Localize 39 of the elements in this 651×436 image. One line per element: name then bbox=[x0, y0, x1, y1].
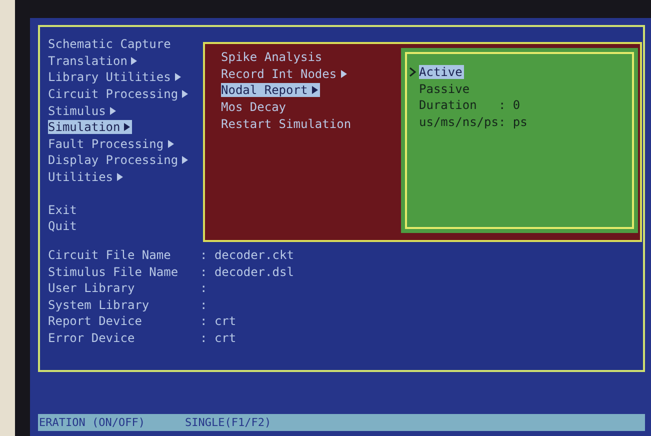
setting-label: Circuit File Name bbox=[48, 248, 172, 264]
submenu-arrow-icon bbox=[131, 56, 138, 65]
option-item[interactable]: us/ms/ns/ps: ps bbox=[419, 115, 530, 130]
menu-item[interactable]: Fault Processing bbox=[48, 136, 176, 151]
menu-item[interactable]: Record Int Nodes bbox=[221, 66, 349, 81]
menu-item[interactable]: Display Processing bbox=[48, 153, 190, 168]
menu-item[interactable]: Library Utilities bbox=[48, 70, 183, 84]
menu-item[interactable]: Exit bbox=[48, 202, 79, 217]
menu-item[interactable]: Nodal Report bbox=[221, 83, 320, 98]
status-text: SINGLE(F1/F2) bbox=[184, 416, 272, 429]
menu-item[interactable]: Spike Analysis bbox=[221, 50, 324, 64]
menu-item[interactable]: Translation bbox=[48, 54, 140, 68]
menu-item[interactable]: Quit bbox=[48, 219, 79, 234]
setting-value: : bbox=[200, 298, 208, 314]
menu-item[interactable]: Schematic Capture bbox=[48, 37, 173, 52]
option-item[interactable]: Active bbox=[419, 65, 464, 80]
setting-label: User Library bbox=[48, 281, 136, 298]
menu-item[interactable]: Mos Decay bbox=[221, 100, 288, 114]
option-item[interactable]: Passive bbox=[419, 82, 472, 96]
setting-value: : crt bbox=[200, 314, 236, 330]
menu-item[interactable]: Restart Simulation bbox=[221, 116, 354, 131]
cursor-icon bbox=[409, 67, 417, 78]
setting-label: System Library bbox=[48, 298, 150, 314]
setting-label: Report Device bbox=[48, 314, 143, 330]
submenu-arrow-icon bbox=[340, 70, 347, 78]
menu-item[interactable]: Simulation bbox=[48, 120, 132, 134]
setting-label: Stimulus File Name bbox=[48, 264, 180, 281]
submenu-arrow-icon bbox=[117, 173, 124, 182]
setting-value: : decoder.ckt bbox=[200, 248, 294, 264]
setting-value: : crt bbox=[200, 330, 236, 347]
menu-item[interactable]: Circuit Processing bbox=[48, 87, 190, 102]
status-text: ERATION (ON/OFF) bbox=[39, 416, 145, 429]
setting-label: Error Device bbox=[48, 330, 136, 347]
setting-value: : decoder.dsl bbox=[200, 264, 294, 281]
setting-value: : bbox=[200, 281, 208, 298]
menu-item[interactable]: Stimulus bbox=[48, 104, 118, 118]
submenu-arrow-icon bbox=[312, 86, 318, 94]
option-item[interactable]: Duration : 0 bbox=[419, 98, 522, 112]
menu-item[interactable]: Utilities bbox=[48, 170, 126, 184]
